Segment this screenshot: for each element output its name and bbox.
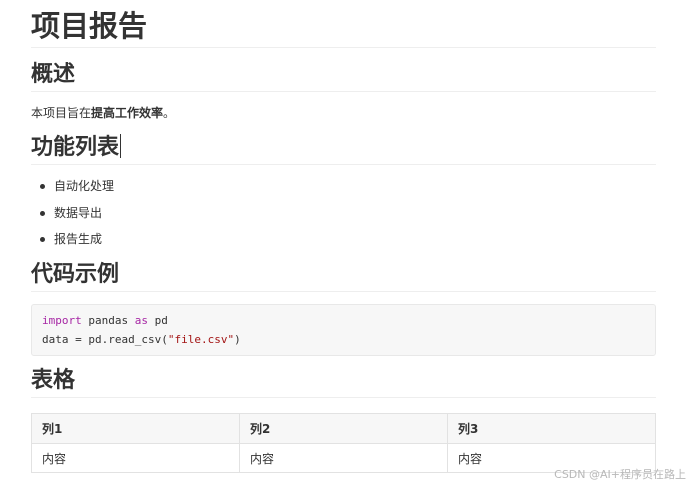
code-line-2: data = pd.read_csv("file.csv"): [42, 330, 645, 349]
table-cell: 内容: [31, 443, 240, 473]
code-text: data = pd.read_csv(: [42, 333, 168, 346]
document-content: 项目报告 概述 本项目旨在提高工作效率。 功能列表 自动化处理 数据导出 报告生…: [31, 0, 656, 473]
list-item-text: 数据导出: [54, 205, 103, 220]
text-cursor: [120, 134, 122, 158]
code-heading: 代码示例: [31, 261, 656, 292]
column-header: 列1: [31, 413, 240, 444]
column-header: 列2: [239, 413, 448, 444]
code-line-1: import pandas as pd: [42, 311, 645, 330]
code-block[interactable]: import pandas as pd data = pd.read_csv("…: [31, 304, 656, 356]
features-heading-text: 功能列表: [31, 135, 120, 160]
overview-text-suffix: 。: [163, 106, 176, 120]
overview-heading: 概述: [31, 61, 656, 92]
data-table: 列1 列2 列3 内容 内容 内容: [31, 413, 656, 473]
column-header: 列3: [447, 413, 656, 444]
bullet-icon: [40, 210, 45, 216]
features-heading[interactable]: 功能列表: [31, 134, 656, 165]
table-heading: 表格: [31, 367, 656, 398]
overview-text-strong: 提高工作效率: [91, 106, 164, 120]
code-text: pandas: [81, 314, 135, 327]
features-list: 自动化处理 数据导出 报告生成: [31, 177, 656, 248]
bullet-icon: [40, 184, 45, 189]
list-item: 数据导出: [40, 204, 656, 222]
table-header-row: 列1 列2 列3: [31, 413, 656, 444]
list-item: 自动化处理: [40, 177, 656, 195]
code-text: ): [234, 333, 241, 346]
page: 项目报告 概述 本项目旨在提高工作效率。 功能列表 自动化处理 数据导出 报告生…: [0, 0, 692, 487]
code-string: "file.csv": [167, 333, 235, 346]
list-item-text: 报告生成: [54, 232, 103, 246]
page-title: 项目报告: [31, 7, 656, 48]
code-keyword: import: [42, 314, 82, 327]
list-item-text: 自动化处理: [54, 179, 115, 193]
code-text: pd: [147, 314, 168, 327]
code-keyword: as: [134, 314, 148, 327]
table-cell: 内容: [239, 443, 448, 473]
overview-paragraph: 本项目旨在提高工作效率。: [31, 104, 656, 122]
bullet-icon: [40, 237, 45, 242]
overview-text-prefix: 本项目旨在: [31, 106, 92, 120]
watermark: CSDN @AI+程序员在路上: [554, 468, 686, 481]
list-item: 报告生成: [40, 230, 656, 248]
